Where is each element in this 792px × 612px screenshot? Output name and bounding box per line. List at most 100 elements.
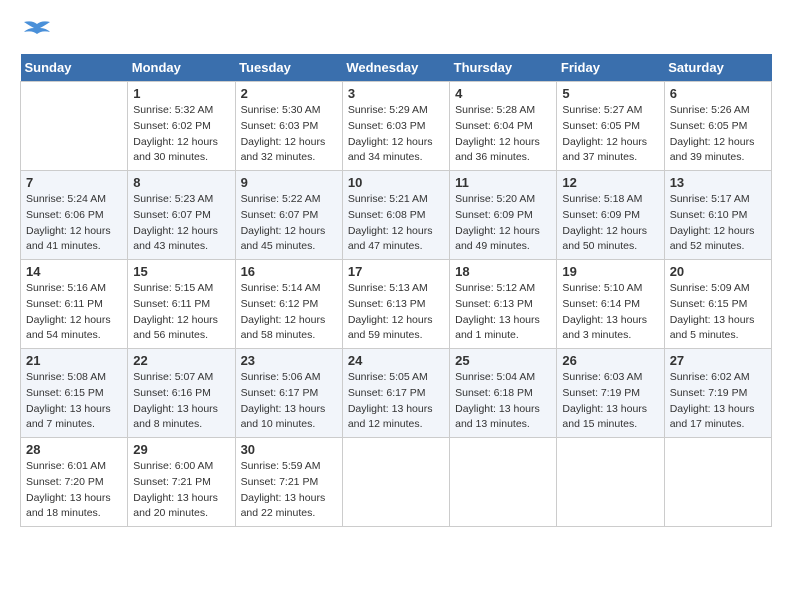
day-number: 10 bbox=[348, 175, 444, 190]
day-number: 2 bbox=[241, 86, 337, 101]
calendar-cell: 22 Sunrise: 5:07 AMSunset: 6:16 PMDayligh… bbox=[128, 349, 235, 438]
cell-info: Sunrise: 5:05 AMSunset: 6:17 PMDaylight:… bbox=[348, 370, 444, 433]
cell-info: Sunrise: 5:14 AMSunset: 6:12 PMDaylight:… bbox=[241, 281, 337, 344]
calendar-cell: 27 Sunrise: 6:02 AMSunset: 7:19 PMDayligh… bbox=[664, 349, 771, 438]
column-header-monday: Monday bbox=[128, 54, 235, 82]
logo bbox=[20, 20, 52, 44]
calendar-cell: 24 Sunrise: 5:05 AMSunset: 6:17 PMDayligh… bbox=[342, 349, 449, 438]
day-number: 14 bbox=[26, 264, 122, 279]
calendar-cell: 13 Sunrise: 5:17 AMSunset: 6:10 PMDayligh… bbox=[664, 171, 771, 260]
calendar-cell: 7 Sunrise: 5:24 AMSunset: 6:06 PMDaylight… bbox=[21, 171, 128, 260]
cell-info: Sunrise: 5:24 AMSunset: 6:06 PMDaylight:… bbox=[26, 192, 122, 255]
day-number: 18 bbox=[455, 264, 551, 279]
day-number: 27 bbox=[670, 353, 766, 368]
cell-info: Sunrise: 5:07 AMSunset: 6:16 PMDaylight:… bbox=[133, 370, 229, 433]
calendar-cell bbox=[450, 438, 557, 527]
cell-info: Sunrise: 5:27 AMSunset: 6:05 PMDaylight:… bbox=[562, 103, 658, 166]
calendar-cell: 19 Sunrise: 5:10 AMSunset: 6:14 PMDayligh… bbox=[557, 260, 664, 349]
day-number: 20 bbox=[670, 264, 766, 279]
column-header-friday: Friday bbox=[557, 54, 664, 82]
week-row-4: 21 Sunrise: 5:08 AMSunset: 6:15 PMDayligh… bbox=[21, 349, 772, 438]
cell-info: Sunrise: 6:03 AMSunset: 7:19 PMDaylight:… bbox=[562, 370, 658, 433]
day-number: 25 bbox=[455, 353, 551, 368]
calendar-table: SundayMondayTuesdayWednesdayThursdayFrid… bbox=[20, 54, 772, 527]
calendar-cell: 8Sunrise: 5:23 AMSunset: 6:07 PMDaylight… bbox=[128, 171, 235, 260]
cell-info: Sunrise: 5:10 AMSunset: 6:14 PMDaylight:… bbox=[562, 281, 658, 344]
cell-info: Sunrise: 5:32 AMSunset: 6:02 PMDaylight:… bbox=[133, 103, 229, 166]
calendar-cell: 1Sunrise: 5:32 AMSunset: 6:02 PMDaylight… bbox=[128, 82, 235, 171]
cell-info: Sunrise: 6:00 AMSunset: 7:21 PMDaylight:… bbox=[133, 459, 229, 522]
cell-info: Sunrise: 6:01 AMSunset: 7:20 PMDaylight:… bbox=[26, 459, 122, 522]
week-row-2: 7 Sunrise: 5:24 AMSunset: 6:06 PMDaylight… bbox=[21, 171, 772, 260]
day-number: 23 bbox=[241, 353, 337, 368]
day-number: 13 bbox=[670, 175, 766, 190]
cell-info: Sunrise: 5:18 AMSunset: 6:09 PMDaylight:… bbox=[562, 192, 658, 255]
calendar-cell: 2 Sunrise: 5:30 AMSunset: 6:03 PMDaylight… bbox=[235, 82, 342, 171]
calendar-cell: 15Sunrise: 5:15 AMSunset: 6:11 PMDayligh… bbox=[128, 260, 235, 349]
calendar-cell: 9Sunrise: 5:22 AMSunset: 6:07 PMDaylight… bbox=[235, 171, 342, 260]
calendar-cell: 4 Sunrise: 5:28 AMSunset: 6:04 PMDaylight… bbox=[450, 82, 557, 171]
calendar-cell: 20 Sunrise: 5:09 AMSunset: 6:15 PMDayligh… bbox=[664, 260, 771, 349]
column-header-sunday: Sunday bbox=[21, 54, 128, 82]
calendar-cell: 16 Sunrise: 5:14 AMSunset: 6:12 PMDayligh… bbox=[235, 260, 342, 349]
day-number: 3 bbox=[348, 86, 444, 101]
day-number: 22 bbox=[133, 353, 229, 368]
day-number: 17 bbox=[348, 264, 444, 279]
day-number: 15 bbox=[133, 264, 229, 279]
calendar-cell: 25 Sunrise: 5:04 AMSunset: 6:18 PMDayligh… bbox=[450, 349, 557, 438]
cell-info: Sunrise: 5:29 AMSunset: 6:03 PMDaylight:… bbox=[348, 103, 444, 166]
cell-info: Sunrise: 5:26 AMSunset: 6:05 PMDaylight:… bbox=[670, 103, 766, 166]
day-number: 4 bbox=[455, 86, 551, 101]
calendar-cell: 30 Sunrise: 5:59 AMSunset: 7:21 PMDayligh… bbox=[235, 438, 342, 527]
calendar-cell bbox=[557, 438, 664, 527]
calendar-cell: 6 Sunrise: 5:26 AMSunset: 6:05 PMDaylight… bbox=[664, 82, 771, 171]
week-row-3: 14 Sunrise: 5:16 AMSunset: 6:11 PMDayligh… bbox=[21, 260, 772, 349]
cell-info: Sunrise: 5:22 AMSunset: 6:07 PMDaylight:… bbox=[241, 192, 337, 255]
cell-info: Sunrise: 6:02 AMSunset: 7:19 PMDaylight:… bbox=[670, 370, 766, 433]
cell-info: Sunrise: 5:28 AMSunset: 6:04 PMDaylight:… bbox=[455, 103, 551, 166]
week-row-1: 1Sunrise: 5:32 AMSunset: 6:02 PMDaylight… bbox=[21, 82, 772, 171]
day-number: 12 bbox=[562, 175, 658, 190]
column-header-saturday: Saturday bbox=[664, 54, 771, 82]
calendar-cell: 17 Sunrise: 5:13 AMSunset: 6:13 PMDayligh… bbox=[342, 260, 449, 349]
column-header-thursday: Thursday bbox=[450, 54, 557, 82]
day-number: 26 bbox=[562, 353, 658, 368]
logo-bird-icon bbox=[22, 20, 52, 44]
cell-info: Sunrise: 5:06 AMSunset: 6:17 PMDaylight:… bbox=[241, 370, 337, 433]
calendar-cell: 28 Sunrise: 6:01 AMSunset: 7:20 PMDayligh… bbox=[21, 438, 128, 527]
column-header-wednesday: Wednesday bbox=[342, 54, 449, 82]
calendar-cell: 11 Sunrise: 5:20 AMSunset: 6:09 PMDayligh… bbox=[450, 171, 557, 260]
column-header-tuesday: Tuesday bbox=[235, 54, 342, 82]
cell-info: Sunrise: 5:09 AMSunset: 6:15 PMDaylight:… bbox=[670, 281, 766, 344]
day-number: 16 bbox=[241, 264, 337, 279]
cell-info: Sunrise: 5:59 AMSunset: 7:21 PMDaylight:… bbox=[241, 459, 337, 522]
calendar-cell: 29Sunrise: 6:00 AMSunset: 7:21 PMDayligh… bbox=[128, 438, 235, 527]
cell-info: Sunrise: 5:17 AMSunset: 6:10 PMDaylight:… bbox=[670, 192, 766, 255]
day-number: 5 bbox=[562, 86, 658, 101]
day-number: 24 bbox=[348, 353, 444, 368]
calendar-body: 1Sunrise: 5:32 AMSunset: 6:02 PMDaylight… bbox=[21, 82, 772, 527]
day-number: 21 bbox=[26, 353, 122, 368]
page-header bbox=[20, 20, 772, 44]
cell-info: Sunrise: 5:12 AMSunset: 6:13 PMDaylight:… bbox=[455, 281, 551, 344]
calendar-cell: 23 Sunrise: 5:06 AMSunset: 6:17 PMDayligh… bbox=[235, 349, 342, 438]
cell-info: Sunrise: 5:30 AMSunset: 6:03 PMDaylight:… bbox=[241, 103, 337, 166]
cell-info: Sunrise: 5:21 AMSunset: 6:08 PMDaylight:… bbox=[348, 192, 444, 255]
cell-info: Sunrise: 5:08 AMSunset: 6:15 PMDaylight:… bbox=[26, 370, 122, 433]
day-number: 30 bbox=[241, 442, 337, 457]
cell-info: Sunrise: 5:20 AMSunset: 6:09 PMDaylight:… bbox=[455, 192, 551, 255]
calendar-cell: 26 Sunrise: 6:03 AMSunset: 7:19 PMDayligh… bbox=[557, 349, 664, 438]
day-number: 7 bbox=[26, 175, 122, 190]
calendar-cell: 5 Sunrise: 5:27 AMSunset: 6:05 PMDaylight… bbox=[557, 82, 664, 171]
calendar-cell: 12 Sunrise: 5:18 AMSunset: 6:09 PMDayligh… bbox=[557, 171, 664, 260]
cell-info: Sunrise: 5:16 AMSunset: 6:11 PMDaylight:… bbox=[26, 281, 122, 344]
calendar-cell bbox=[342, 438, 449, 527]
day-number: 11 bbox=[455, 175, 551, 190]
day-number: 19 bbox=[562, 264, 658, 279]
cell-info: Sunrise: 5:04 AMSunset: 6:18 PMDaylight:… bbox=[455, 370, 551, 433]
calendar-cell bbox=[21, 82, 128, 171]
cell-info: Sunrise: 5:13 AMSunset: 6:13 PMDaylight:… bbox=[348, 281, 444, 344]
calendar-cell: 10 Sunrise: 5:21 AMSunset: 6:08 PMDayligh… bbox=[342, 171, 449, 260]
day-number: 6 bbox=[670, 86, 766, 101]
day-number: 28 bbox=[26, 442, 122, 457]
